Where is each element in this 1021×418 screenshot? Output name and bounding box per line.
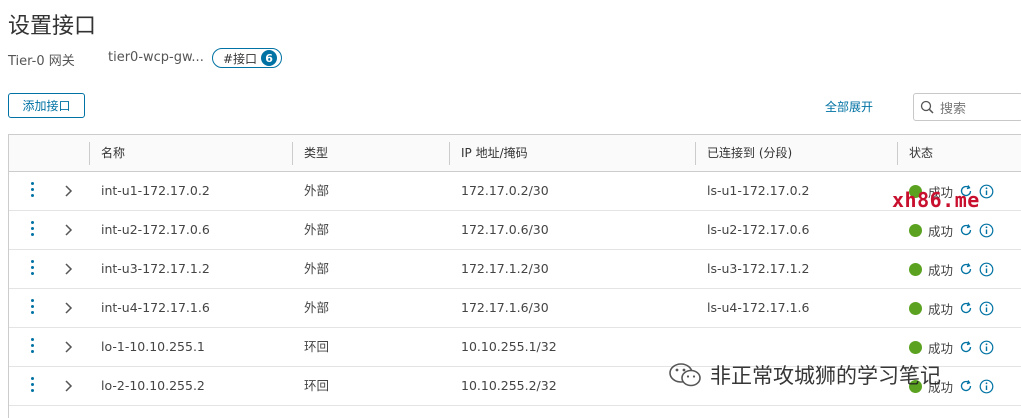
row-actions-icon[interactable] <box>29 338 35 356</box>
interface-type: 环回 <box>304 339 330 354</box>
refresh-icon[interactable] <box>959 340 973 354</box>
wechat-icon <box>669 363 701 387</box>
interface-name: lo-1-10.10.255.1 <box>101 339 205 354</box>
gateway-name[interactable]: tier0-wcp-gw... <box>108 50 204 65</box>
page-title: 设置接口 <box>8 14 97 39</box>
info-icon[interactable] <box>979 184 994 199</box>
column-separator <box>449 142 450 165</box>
status-label: 成功 <box>928 223 954 239</box>
info-icon[interactable] <box>979 340 994 355</box>
status-label: 成功 <box>928 301 954 317</box>
success-status-icon <box>909 340 922 354</box>
interface-count: 6 <box>261 50 278 66</box>
info-icon[interactable] <box>979 301 994 316</box>
column-header-name[interactable]: 名称 <box>91 135 125 172</box>
column-separator <box>695 142 696 165</box>
account-watermark: 非正常攻城狮的学习笔记 <box>668 360 941 390</box>
status-cell: 成功 <box>909 289 994 327</box>
table-header: 名称 类型 IP 地址/掩码 已连接到 (分段) 状态 <box>9 135 1021 172</box>
chevron-right-icon[interactable] <box>64 223 74 237</box>
table-row: int-u3-172.17.1.2 外部 172.17.1.2/30 ls-u3… <box>9 250 1021 289</box>
row-actions-icon[interactable] <box>29 260 35 278</box>
interface-ip: 172.17.1.6/30 <box>461 300 549 315</box>
column-header-connected[interactable]: 已连接到 (分段) <box>697 135 792 172</box>
interface-ip: 10.10.255.2/32 <box>461 378 557 393</box>
status-label: 成功 <box>928 262 954 278</box>
interface-tag-label: #接口 <box>223 51 258 66</box>
table-row: int-u4-172.17.1.6 外部 172.17.1.6/30 ls-u4… <box>9 289 1021 328</box>
chevron-right-icon[interactable] <box>64 379 74 393</box>
connected-segment: ls-u3-172.17.1.2 <box>707 261 810 276</box>
info-icon[interactable] <box>979 223 994 238</box>
interface-name: int-u2-172.17.0.6 <box>101 222 210 237</box>
refresh-icon[interactable] <box>959 262 973 276</box>
success-status-icon <box>909 223 922 237</box>
chevron-right-icon[interactable] <box>64 184 74 198</box>
interface-ip: 172.17.0.6/30 <box>461 222 549 237</box>
status-cell: 成功 <box>909 250 994 288</box>
site-watermark: xh86.me <box>892 188 980 212</box>
interface-type: 环回 <box>304 378 330 393</box>
interface-name: int-u3-172.17.1.2 <box>101 261 210 276</box>
chevron-right-icon[interactable] <box>64 340 74 354</box>
search-placeholder: 搜索 <box>940 101 967 117</box>
row-actions-icon[interactable] <box>29 377 35 395</box>
refresh-icon[interactable] <box>959 223 973 237</box>
success-status-icon <box>909 301 922 315</box>
expand-all-link[interactable]: 全部展开 <box>825 98 873 115</box>
account-watermark-text: 非正常攻城狮的学习笔记 <box>710 364 941 388</box>
interface-count-badge[interactable]: #接口 6 <box>212 48 283 68</box>
connected-segment: ls-u4-172.17.1.6 <box>707 300 810 315</box>
row-actions-icon[interactable] <box>29 182 35 200</box>
interface-name: int-u4-172.17.1.6 <box>101 300 210 315</box>
table-row: int-u2-172.17.0.6 外部 172.17.0.6/30 ls-u2… <box>9 211 1021 250</box>
search-icon <box>920 100 934 114</box>
chevron-right-icon[interactable] <box>64 262 74 276</box>
interface-name: int-u1-172.17.0.2 <box>101 183 210 198</box>
interface-name: lo-2-10.10.255.2 <box>101 378 205 393</box>
column-header-status[interactable]: 状态 <box>899 135 933 172</box>
column-header-ip[interactable]: IP 地址/掩码 <box>451 135 528 172</box>
success-status-icon <box>909 262 922 276</box>
search-input[interactable]: 搜索 <box>913 93 1021 121</box>
chevron-right-icon[interactable] <box>64 301 74 315</box>
connected-segment: ls-u2-172.17.0.6 <box>707 222 810 237</box>
column-header-type[interactable]: 类型 <box>294 135 328 172</box>
connected-segment: ls-u1-172.17.0.2 <box>707 183 810 198</box>
gateway-type-label: Tier-0 网关 <box>8 54 75 69</box>
refresh-icon[interactable] <box>959 379 973 393</box>
row-actions-icon[interactable] <box>29 299 35 317</box>
table-row: int-u1-172.17.0.2 外部 172.17.0.2/30 ls-u1… <box>9 172 1021 211</box>
status-cell: 成功 <box>909 211 994 249</box>
column-separator <box>89 142 90 165</box>
status-label: 成功 <box>928 340 954 356</box>
refresh-icon[interactable] <box>959 301 973 315</box>
row-actions-icon[interactable] <box>29 221 35 239</box>
interface-ip: 10.10.255.1/32 <box>461 339 557 354</box>
column-separator <box>897 142 898 165</box>
info-icon[interactable] <box>979 262 994 277</box>
interface-type: 外部 <box>304 222 330 237</box>
interface-type: 外部 <box>304 183 330 198</box>
info-icon[interactable] <box>979 379 994 394</box>
interface-ip: 172.17.1.2/30 <box>461 261 549 276</box>
interface-ip: 172.17.0.2/30 <box>461 183 549 198</box>
interface-type: 外部 <box>304 300 330 315</box>
column-separator <box>292 142 293 165</box>
interface-type: 外部 <box>304 261 330 276</box>
add-interface-button[interactable]: 添加接口 <box>8 93 85 118</box>
